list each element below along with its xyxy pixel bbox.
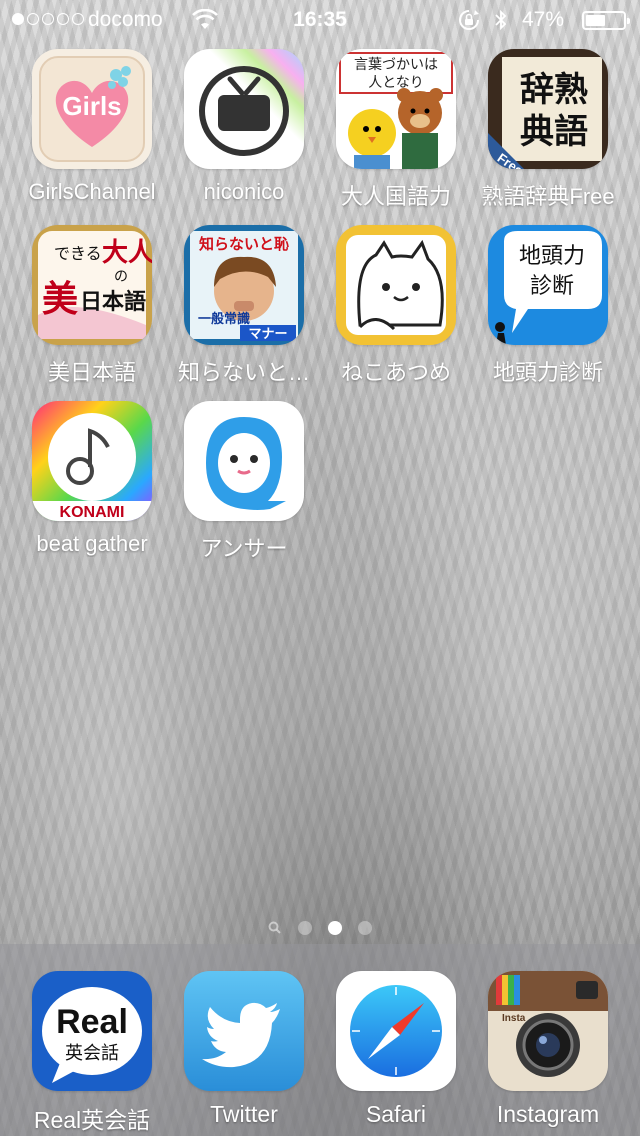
nekoatsume-cat-icon bbox=[336, 225, 456, 345]
app-label: 地頭力診断 bbox=[492, 360, 603, 385]
svg-text:マナー: マナー bbox=[248, 327, 287, 342]
app-bi-nihongo[interactable]: できる 大人 の 美 日本語 美日本語 bbox=[16, 225, 168, 387]
app-label: GirlsChannel bbox=[28, 179, 156, 204]
svg-text:Girls: Girls bbox=[62, 91, 121, 121]
shiranaito-icon: 知らないと恥 一般常識 マナー bbox=[184, 225, 304, 345]
beat-gather-note-icon: KONAMI bbox=[32, 401, 152, 521]
page-dot-current bbox=[328, 921, 342, 935]
app-label: 美日本語 bbox=[47, 360, 136, 385]
svg-text:KONAMI: KONAMI bbox=[60, 504, 125, 521]
app-label: Safari bbox=[365, 1101, 427, 1127]
svg-text:の: の bbox=[114, 269, 128, 285]
rotation-lock-icon bbox=[459, 10, 479, 30]
svg-text:美: 美 bbox=[42, 278, 78, 320]
app-nekoatsume[interactable]: ねこあつめ bbox=[320, 225, 472, 387]
page-indicator[interactable] bbox=[0, 921, 640, 935]
app-shiranaito[interactable]: 知らないと恥 一般常識 マナー 知らないと… bbox=[168, 225, 320, 387]
app-label: 熟語辞典Free bbox=[481, 184, 615, 209]
twitter-bird-icon bbox=[184, 971, 304, 1091]
svg-text:日本語: 日本語 bbox=[80, 289, 146, 315]
page-dot bbox=[358, 921, 372, 935]
dock-app-safari[interactable]: Safari bbox=[320, 971, 472, 1128]
svg-text:診断: 診断 bbox=[530, 274, 574, 299]
answer-ghost-icon bbox=[184, 401, 304, 521]
svg-text:Insta: Insta bbox=[502, 1013, 526, 1024]
niconico-tv-icon bbox=[184, 49, 304, 169]
svg-text:典語: 典語 bbox=[520, 112, 588, 152]
svg-text:できる: できる bbox=[54, 244, 102, 263]
jiatamaryoku-icon: 地頭力 診断 bbox=[488, 225, 608, 345]
svg-text:一般常識: 一般常識 bbox=[198, 311, 250, 327]
battery-icon bbox=[582, 11, 630, 30]
app-label: Real英会話 bbox=[33, 1107, 151, 1133]
app-otona-kokugo[interactable]: 言葉づかいは人となり 大人国語力 bbox=[320, 49, 472, 211]
safari-compass-icon bbox=[336, 971, 456, 1091]
svg-text:Real: Real bbox=[56, 1003, 128, 1041]
svg-text:知らないと恥: 知らないと恥 bbox=[199, 235, 289, 253]
app-beat-gather[interactable]: KONAMI beat gather bbox=[16, 401, 168, 557]
app-label: 大人国語力 bbox=[340, 184, 451, 209]
svg-text:大人: 大人 bbox=[102, 238, 152, 268]
dock: Real 英会話 Real英会話 Twitter Safari Insta In… bbox=[0, 944, 640, 1136]
app-girlschannel[interactable]: Girls GirlsChannel bbox=[16, 49, 168, 205]
jukugo-dictionary-icon: 辞熟 典語 Free bbox=[488, 49, 608, 169]
app-label: ねこあつめ bbox=[340, 360, 451, 385]
instagram-camera-icon: Insta bbox=[488, 971, 608, 1091]
girlschannel-icon: Girls bbox=[32, 49, 152, 169]
bluetooth-icon bbox=[495, 9, 507, 31]
bi-nihongo-icon: できる 大人 の 美 日本語 bbox=[32, 225, 152, 345]
app-niconico[interactable]: niconico bbox=[168, 49, 320, 205]
app-label: Twitter bbox=[210, 1101, 278, 1127]
app-jiatamaryoku[interactable]: 地頭力 診断 地頭力診断 bbox=[472, 225, 624, 387]
app-answer[interactable]: アンサー bbox=[168, 401, 320, 563]
spotlight-search-icon bbox=[268, 921, 282, 935]
app-label: niconico bbox=[203, 179, 285, 204]
svg-text:辞熟: 辞熟 bbox=[520, 70, 588, 110]
dock-app-instagram[interactable]: Insta Instagram bbox=[472, 971, 624, 1128]
app-label: 知らないと… bbox=[177, 360, 310, 385]
otona-kokugo-icon: 言葉づかいは人となり bbox=[336, 49, 456, 169]
battery-percent: 47% bbox=[522, 8, 565, 31]
dock-app-real-eikaiwa[interactable]: Real 英会話 Real英会話 bbox=[16, 971, 168, 1135]
svg-text:英会話: 英会話 bbox=[65, 1043, 119, 1064]
status-bar: docomo 16:35 47% bbox=[0, 0, 640, 40]
app-label: Instagram bbox=[496, 1101, 600, 1127]
app-label: beat gather bbox=[36, 531, 148, 556]
dock-app-twitter[interactable]: Twitter bbox=[168, 971, 320, 1128]
svg-text:地頭力: 地頭力 bbox=[519, 244, 585, 269]
app-label: アンサー bbox=[200, 536, 288, 561]
app-jukugo-dictionary[interactable]: 辞熟 典語 Free 熟語辞典Free bbox=[472, 49, 624, 211]
page-dot bbox=[298, 921, 312, 935]
real-eikaiwa-icon: Real 英会話 bbox=[32, 971, 152, 1091]
